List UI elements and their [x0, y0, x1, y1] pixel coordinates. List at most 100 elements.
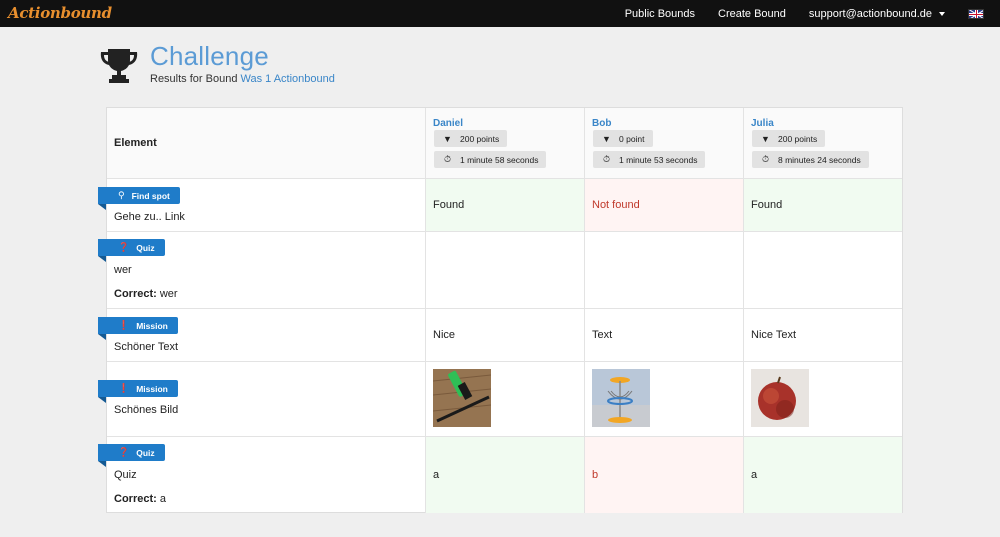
- answer-cell: [426, 362, 585, 436]
- answer-cell: Found: [744, 179, 902, 231]
- map-marker-icon: ⚲: [118, 190, 125, 200]
- trophy-icon: ▼: [761, 133, 770, 144]
- answer-cell: Nice Text: [744, 309, 902, 361]
- table-row: ⚲ Find spot Gehe zu.. Link Found Not fou…: [98, 179, 902, 232]
- answer-value: b: [592, 469, 599, 481]
- element-type-label: Quiz: [136, 242, 155, 253]
- answer-cell: Text: [585, 309, 744, 361]
- table-row: ❓ Quiz wer Correct: wer: [98, 232, 902, 309]
- page-title: Challenge: [150, 41, 269, 71]
- player-header-daniel: Daniel ▼ 200 points ⏱ 1 minute 58 second…: [426, 108, 585, 178]
- points-badge: ▼ 0 point: [593, 130, 653, 147]
- stopwatch-icon: ⏱: [602, 154, 611, 164]
- element-title: Schöner Text: [114, 341, 179, 353]
- points-value: 200 points: [460, 133, 500, 144]
- element-type-tag: ❓ Quiz: [98, 444, 165, 461]
- element-title: Schönes Bild: [114, 404, 179, 416]
- answer-value: Text: [592, 329, 613, 341]
- time-value: 1 minute 58 seconds: [460, 154, 539, 165]
- element-cell: ❓ Quiz Quiz Correct: a: [98, 437, 426, 513]
- answer-cell: a: [744, 437, 902, 513]
- top-navbar: Actionbound Public Bounds Create Bound s…: [0, 0, 1000, 27]
- stopwatch-icon: ⏱: [443, 154, 452, 164]
- answer-cell: [744, 362, 902, 436]
- uk-flag-icon[interactable]: [968, 8, 984, 19]
- time-badge: ⏱ 1 minute 58 seconds: [434, 151, 547, 168]
- nav-create-bound[interactable]: Create Bound: [718, 8, 786, 20]
- player-header-julia: Julia ▼ 200 points ⏱ 8 minutes 24 second…: [744, 108, 902, 178]
- answer-value: Not found: [592, 199, 640, 211]
- apple-photo[interactable]: [751, 369, 809, 427]
- time-badge: ⏱ 8 minutes 24 seconds: [752, 151, 869, 168]
- element-type-tag: ❗ Mission: [98, 317, 178, 334]
- player-name-link[interactable]: Julia: [751, 118, 774, 129]
- user-menu[interactable]: support@actionbound.de: [809, 8, 945, 20]
- subtitle-prefix: Results for Bound: [150, 73, 238, 85]
- element-type-tag: ⚲ Find spot: [98, 187, 180, 204]
- results-table: Element Daniel ▼ 200 points ⏱ 1 minute 5…: [98, 107, 903, 513]
- answer-value: Nice: [433, 329, 456, 341]
- time-badge: ⏱ 1 minute 53 seconds: [593, 151, 706, 168]
- brand-logo[interactable]: Actionbound: [8, 4, 112, 22]
- answer-cell: b: [585, 437, 744, 513]
- correct-answer: Correct: a: [114, 493, 166, 505]
- element-cell: ⚲ Find spot Gehe zu.. Link: [98, 179, 426, 231]
- answer-cell: [585, 232, 744, 308]
- table-row: ❓ Quiz Quiz Correct: a a b a: [98, 437, 902, 513]
- element-cell: ❗ Mission Schöner Text: [98, 309, 426, 361]
- element-type-label: Find spot: [131, 190, 170, 201]
- element-type-label: Mission: [136, 320, 168, 331]
- element-type-tag: ❗ Mission: [98, 380, 178, 397]
- element-cell: ❗ Mission Schönes Bild: [98, 362, 426, 436]
- question-circle-icon: ❓: [118, 242, 130, 252]
- correct-value: wer: [159, 288, 178, 300]
- element-title: Quiz: [114, 469, 137, 481]
- marker-photo[interactable]: [433, 369, 491, 427]
- points-badge: ▼ 200 points: [434, 130, 508, 147]
- answer-value: Found: [751, 199, 783, 211]
- element-title: wer: [114, 264, 132, 276]
- element-type-label: Quiz: [136, 447, 155, 458]
- player-name-link[interactable]: Daniel: [433, 118, 463, 129]
- element-type-tag: ❓ Quiz: [98, 239, 165, 256]
- exclamation-circle-icon: ❗: [118, 320, 130, 330]
- answer-cell: Nice: [426, 309, 585, 361]
- answer-value: Found: [433, 199, 465, 211]
- points-value: 200 points: [778, 133, 818, 144]
- element-column-header: Element: [107, 108, 426, 178]
- player-header-bob: Bob ▼ 0 point ⏱ 1 minute 53 seconds: [585, 108, 744, 178]
- answer-cell: Found: [426, 179, 585, 231]
- element-type-label: Mission: [136, 383, 168, 394]
- answer-cell: Not found: [585, 179, 744, 231]
- bound-link[interactable]: Was 1 Actionbound: [241, 73, 335, 85]
- answer-value: a: [433, 469, 440, 481]
- nav-public-bounds[interactable]: Public Bounds: [625, 8, 695, 20]
- element-cell: ❓ Quiz wer Correct: wer: [98, 232, 426, 308]
- correct-value: a: [159, 493, 166, 505]
- time-value: 8 minutes 24 seconds: [778, 154, 861, 165]
- question-circle-icon: ❓: [118, 447, 130, 457]
- points-value: 0 point: [619, 133, 645, 144]
- time-value: 1 minute 53 seconds: [619, 154, 698, 165]
- correct-label: Correct:: [114, 288, 157, 300]
- player-name-link[interactable]: Bob: [592, 118, 611, 129]
- answer-value: Nice Text: [751, 329, 797, 341]
- page-subtitle: Results for Bound Was 1 Actionbound: [150, 73, 335, 85]
- stopwatch-icon: ⏱: [761, 154, 770, 164]
- correct-label: Correct:: [114, 493, 157, 505]
- user-email: support@actionbound.de: [808, 7, 932, 20]
- table-header-row: Element Daniel ▼ 200 points ⏱ 1 minute 5…: [107, 108, 902, 179]
- answer-cell: a: [426, 437, 585, 513]
- answer-cell: [744, 232, 902, 308]
- trophy-icon: ▼: [602, 133, 611, 144]
- trophy-icon: [100, 49, 138, 83]
- nav-links: Public Bounds Create Bound support@actio…: [625, 0, 1000, 27]
- basket-photo[interactable]: [592, 369, 650, 427]
- element-title: Gehe zu.. Link: [114, 211, 185, 223]
- answer-value: a: [751, 469, 758, 481]
- answer-cell: [426, 232, 585, 308]
- points-badge: ▼ 200 points: [752, 130, 826, 147]
- table-row: ❗ Mission Schönes Bild: [98, 362, 902, 437]
- caret-down-icon: [939, 11, 945, 16]
- correct-answer: Correct: wer: [114, 288, 178, 300]
